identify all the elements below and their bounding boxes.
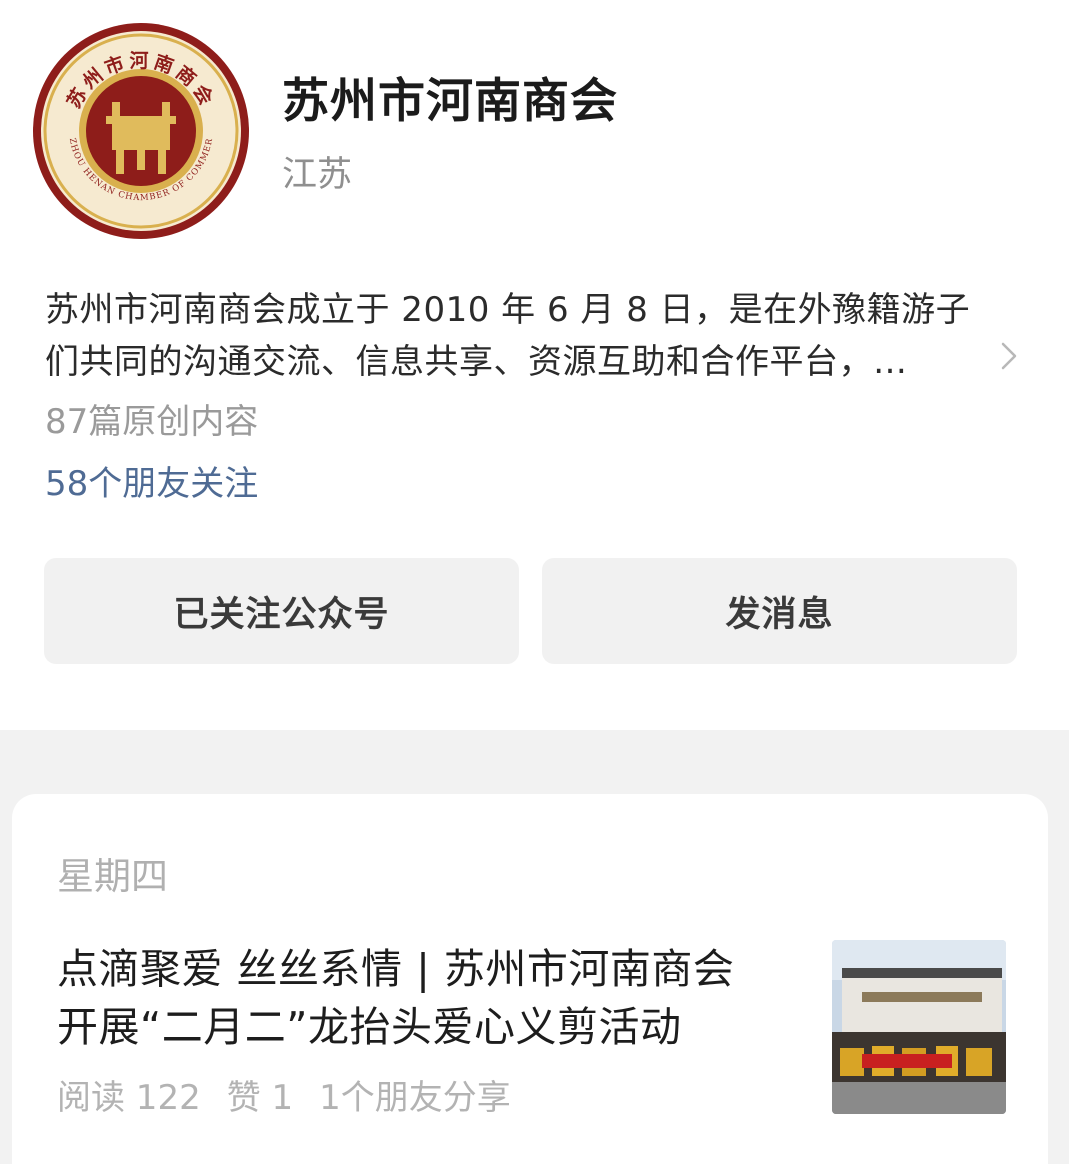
- account-region: 江苏: [282, 155, 353, 195]
- article-title-line: 点滴聚爱 丝丝系情 | 苏州市河南商会: [57, 945, 735, 993]
- send-message-button[interactable]: 发消息: [542, 558, 1017, 664]
- chevron-right-icon[interactable]: [1000, 341, 1018, 371]
- account-description[interactable]: 苏州市河南商会成立于 2010 年 6 月 8 日，是在外豫籍游子 们共同的沟通…: [45, 284, 1005, 388]
- article-title[interactable]: 点滴聚爱 丝丝系情 | 苏州市河南商会 开展“二月二”龙抬头爱心义剪活动: [57, 940, 817, 1056]
- friends-following-link[interactable]: 58个朋友关注: [45, 456, 258, 505]
- chamber-logo: 苏州市河南商会 SUZHOU HENAN CHAMBER OF COMMERCE: [32, 22, 249, 239]
- article-thumbnail[interactable]: [832, 940, 1006, 1114]
- description-line: 苏州市河南商会成立于 2010 年 6 月 8 日，是在外豫籍游子: [45, 290, 971, 330]
- account-avatar[interactable]: 苏州市河南商会 SUZHOU HENAN CHAMBER OF COMMERCE: [32, 22, 250, 240]
- followed-account-button[interactable]: 已关注公众号: [44, 558, 519, 664]
- group-photo-image: [832, 940, 1006, 1114]
- read-count: 阅读 122: [57, 1078, 201, 1118]
- description-line: 们共同的沟通交流、信息共享、资源互助和合作平台，…: [45, 342, 908, 382]
- article-stats: 阅读 122 赞 1 1个朋友分享: [57, 1070, 537, 1119]
- like-count: 赞 1: [226, 1078, 294, 1118]
- article-title-line: 开展“二月二”龙抬头爱心义剪活动: [57, 1003, 682, 1051]
- account-name: 苏州市河南商会: [282, 74, 618, 129]
- post-day-label: 星期四: [57, 855, 168, 898]
- share-count: 1个朋友分享: [319, 1078, 511, 1118]
- original-content-count[interactable]: 87篇原创内容: [45, 394, 258, 443]
- account-profile-page: 苏州市河南商会 SUZHOU HENAN CHAMBER OF COMMERCE…: [0, 0, 1069, 1164]
